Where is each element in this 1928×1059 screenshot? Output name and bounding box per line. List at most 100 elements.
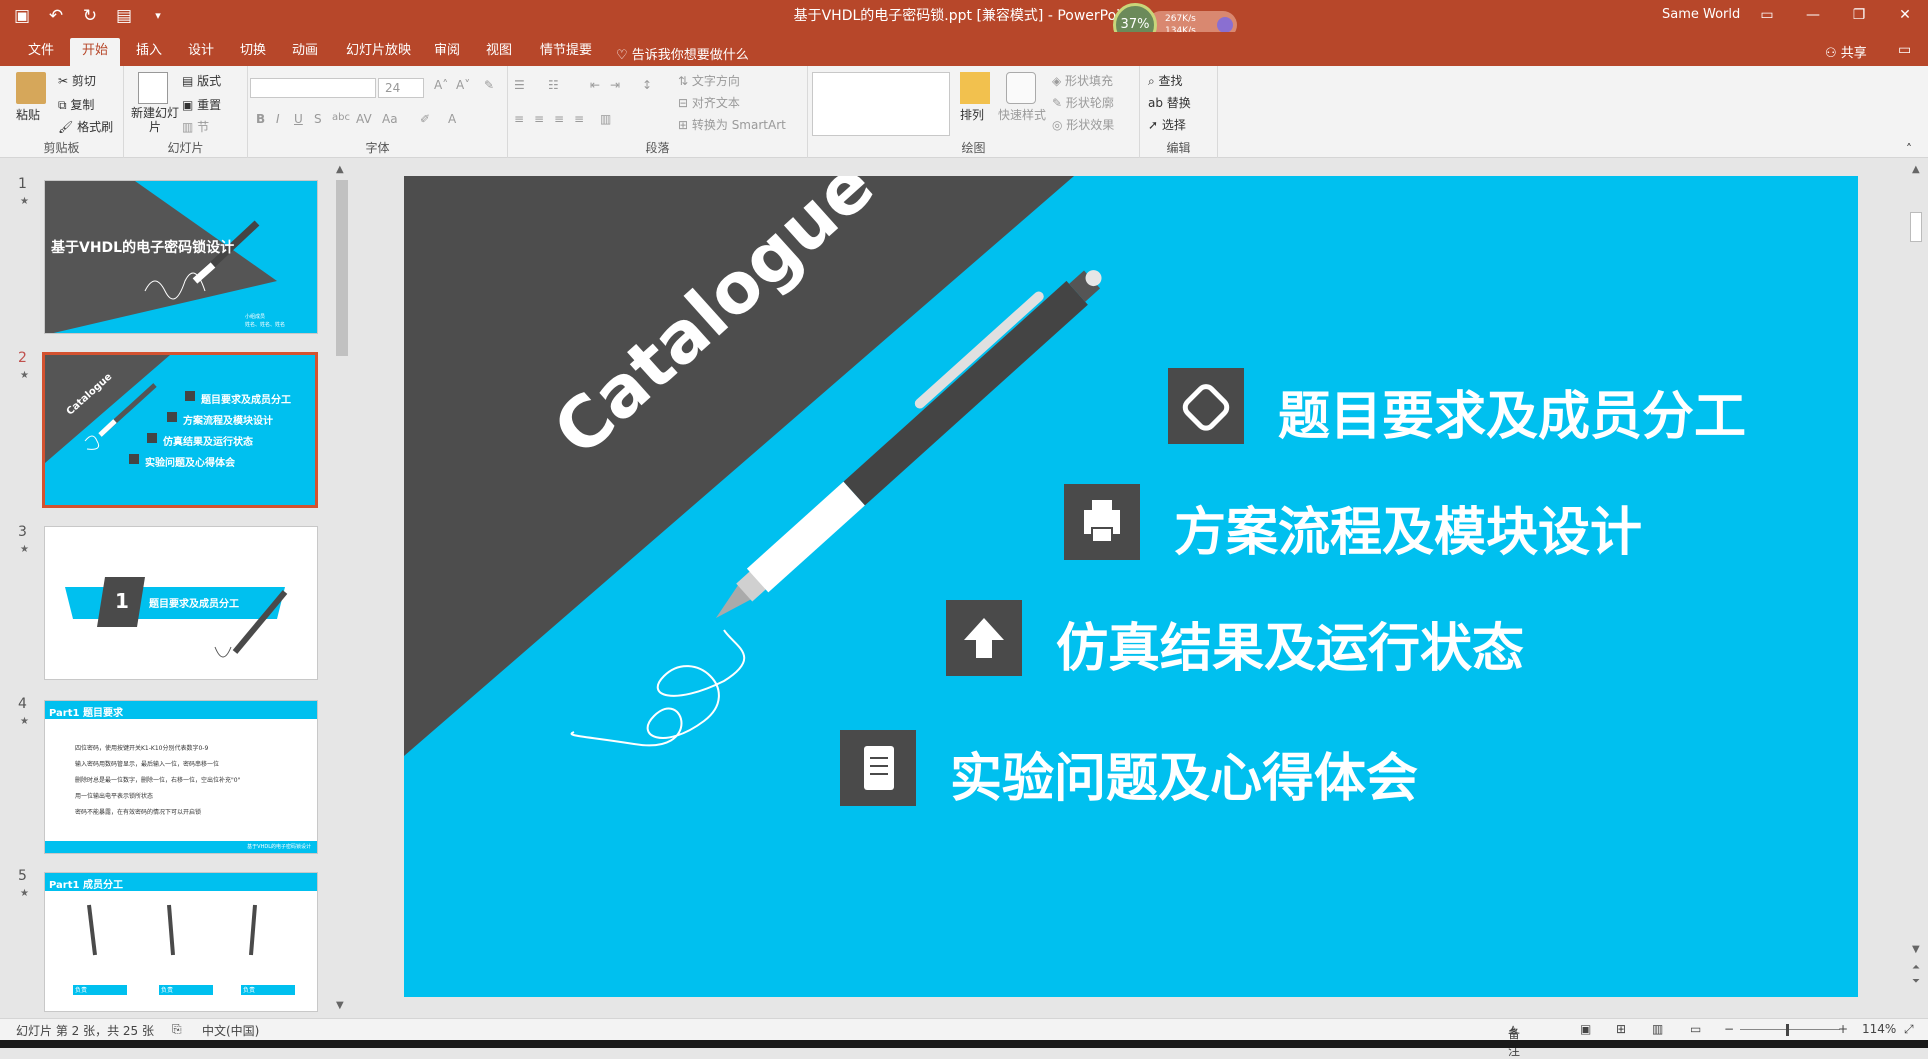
copy-button[interactable]: ⧉ 复制 xyxy=(58,96,94,113)
grow-font-icon[interactable]: A˄ xyxy=(434,78,448,92)
tab-view[interactable]: 视图 xyxy=(474,38,524,66)
new-slide-icon[interactable] xyxy=(138,72,168,104)
indent-increase-icon[interactable]: ⇥ xyxy=(610,78,620,92)
font-size-combo[interactable]: 24 xyxy=(378,78,424,98)
align-right-icon[interactable]: ≡ xyxy=(554,112,564,126)
align-left-icon[interactable]: ≡ xyxy=(514,112,524,126)
ribbon-display-icon[interactable]: ▭ xyxy=(1744,0,1790,32)
font-color-icon[interactable]: A xyxy=(448,112,456,126)
shape-effects-button[interactable]: ◎ 形状效果 xyxy=(1052,116,1114,133)
thumbnail-slide-3[interactable]: 1 题目要求及成员分工 xyxy=(44,526,318,680)
case-icon[interactable]: Aa xyxy=(382,112,398,126)
justify-icon[interactable]: ≡ xyxy=(574,112,584,126)
comments-icon[interactable]: ▭ xyxy=(1898,42,1911,58)
tab-storyboard[interactable]: 情节提要 xyxy=(528,38,604,66)
shape-fill-button[interactable]: ◈ 形状填充 xyxy=(1052,72,1113,89)
reset-button[interactable]: ▣ 重置 xyxy=(182,96,221,113)
previous-slide-icon[interactable]: ⏶ xyxy=(1912,962,1920,973)
underline-icon[interactable]: U xyxy=(294,112,303,126)
indent-decrease-icon[interactable]: ⇤ xyxy=(590,78,600,92)
undo-icon[interactable]: ↶ xyxy=(44,4,68,28)
scroll-down-icon[interactable]: ▼ xyxy=(336,1000,344,1011)
highlight-icon[interactable]: ✐ xyxy=(420,112,430,126)
thumbnail-slide-4[interactable]: Part1 题目要求 四位密码，使用按键开关K1-K10分别代表数字0-9 输入… xyxy=(44,700,318,854)
thumbnail-slide-5[interactable]: Part1 成员分工 负责 负责 负责 xyxy=(44,872,318,1012)
normal-view-icon[interactable]: ▣ xyxy=(1580,1022,1591,1036)
slideshow-view-icon[interactable]: ▭ xyxy=(1690,1022,1701,1036)
minimize-icon[interactable]: — xyxy=(1790,0,1836,32)
reading-view-icon[interactable]: ▥ xyxy=(1652,1022,1663,1036)
thumbnails-scroll-thumb[interactable] xyxy=(336,180,348,356)
strikethrough-icon[interactable]: abc xyxy=(332,112,350,123)
columns-icon[interactable]: ▥ xyxy=(600,112,611,126)
tell-me-box[interactable]: ♡ 告诉我你想要做什么 xyxy=(616,44,749,63)
tab-slideshow[interactable]: 幻灯片放映 xyxy=(334,38,423,66)
numbering-icon[interactable]: ☷ xyxy=(548,78,559,92)
customize-qat-icon[interactable]: ▾ xyxy=(146,4,170,28)
slide-canvas[interactable]: Catalogue 题目要求及成员分工 方案流程及模块设计 仿真结果及运行状态 … xyxy=(404,176,1858,997)
section-button[interactable]: ▥ 节 xyxy=(182,118,209,135)
spacing-icon[interactable]: AV xyxy=(356,112,372,126)
line-spacing-icon[interactable]: ↕ xyxy=(642,78,652,92)
slide-sorter-icon[interactable]: ⊞ xyxy=(1616,1022,1626,1036)
close-icon[interactable]: ✕ xyxy=(1882,0,1928,32)
arrange-icon[interactable] xyxy=(960,72,990,104)
shadow-icon[interactable]: S xyxy=(314,112,322,126)
quick-styles-button[interactable]: 快速样式 xyxy=(998,106,1046,123)
language-indicator[interactable]: 中文(中国) xyxy=(202,1022,259,1039)
bullets-icon[interactable]: ☰ xyxy=(514,78,525,92)
user-name[interactable]: Same World xyxy=(1662,7,1740,22)
font-name-combo[interactable] xyxy=(250,78,376,98)
tab-design[interactable]: 设计 xyxy=(176,38,226,66)
thumbnail-slide-1[interactable]: 基于VHDL的电子密码锁设计 小组成员 姓名、姓名、姓名 xyxy=(44,180,318,334)
share-button[interactable]: ⚇ 共享 xyxy=(1825,42,1867,61)
redo-icon[interactable]: ↻ xyxy=(78,4,102,28)
new-slide-button[interactable]: 新建幻灯片 xyxy=(130,106,180,134)
paste-button[interactable]: 粘贴 xyxy=(16,106,40,123)
next-slide-icon[interactable]: ⏷ xyxy=(1912,976,1920,987)
tab-insert[interactable]: 插入 xyxy=(124,38,174,66)
zoom-in-icon[interactable]: + xyxy=(1838,1022,1848,1036)
bold-icon[interactable]: B xyxy=(256,112,265,126)
zoom-slider[interactable] xyxy=(1740,1029,1840,1030)
save-icon[interactable]: ▣ xyxy=(10,4,34,28)
align-text-button[interactable]: ⊟ 对齐文本 xyxy=(678,94,740,111)
presentation-icon[interactable]: ▤ xyxy=(112,4,136,28)
tab-animations[interactable]: 动画 xyxy=(280,38,330,66)
slide-scroll-thumb[interactable] xyxy=(1910,212,1922,242)
tab-file[interactable]: 文件 xyxy=(16,38,66,66)
select-button[interactable]: ➚ 选择 xyxy=(1148,116,1186,133)
find-button[interactable]: ⌕ 查找 xyxy=(1148,72,1183,89)
shrink-font-icon[interactable]: A˅ xyxy=(456,78,470,92)
spellcheck-icon[interactable]: ⎘ xyxy=(172,1022,182,1037)
cut-button[interactable]: ✂ 剪切 xyxy=(58,72,96,89)
fit-slide-icon[interactable]: ⤢ xyxy=(1904,1022,1914,1037)
zoom-slider-thumb[interactable] xyxy=(1786,1024,1789,1036)
thumbnails-scrollbar[interactable]: ▲ ▼ xyxy=(334,164,350,1016)
tab-review[interactable]: 审阅 xyxy=(422,38,472,66)
clear-format-icon[interactable]: ✎ xyxy=(484,78,494,92)
text-direction-button[interactable]: ⇅ 文字方向 xyxy=(678,72,740,89)
thumbnail-slide-2[interactable]: Catalogue 题目要求及成员分工 方案流程及模块设计 仿真结果及运行状态 … xyxy=(42,352,318,508)
tab-transitions[interactable]: 切换 xyxy=(228,38,278,66)
arrange-button[interactable]: 排列 xyxy=(960,106,984,123)
shape-outline-button[interactable]: ✎ 形状轮廓 xyxy=(1052,94,1114,111)
align-center-icon[interactable]: ≡ xyxy=(534,112,544,126)
scroll-up-icon[interactable]: ▲ xyxy=(1912,164,1920,175)
restore-icon[interactable]: ❐ xyxy=(1836,0,1882,32)
collapse-ribbon-icon[interactable]: ˄ xyxy=(1906,142,1912,156)
smartart-button[interactable]: ⊞ 转换为 SmartArt xyxy=(678,116,786,133)
quick-styles-icon[interactable] xyxy=(1006,72,1036,104)
replace-button[interactable]: ab 替换 xyxy=(1148,94,1191,111)
italic-icon[interactable]: I xyxy=(276,112,280,126)
scroll-down-icon[interactable]: ▼ xyxy=(1912,944,1920,955)
layout-button[interactable]: ▤ 版式 xyxy=(182,72,221,89)
paste-icon[interactable] xyxy=(16,72,46,104)
tab-home[interactable]: 开始 xyxy=(70,38,121,66)
shapes-gallery[interactable] xyxy=(812,72,950,136)
slide-scrollbar[interactable]: ▲ ▼ ⏶ ⏷ xyxy=(1908,164,1926,994)
zoom-level[interactable]: 114% xyxy=(1862,1022,1896,1036)
zoom-out-icon[interactable]: − xyxy=(1724,1022,1734,1036)
scroll-up-icon[interactable]: ▲ xyxy=(336,164,344,175)
format-painter-button[interactable]: 🖌 格式刷 xyxy=(58,118,113,135)
